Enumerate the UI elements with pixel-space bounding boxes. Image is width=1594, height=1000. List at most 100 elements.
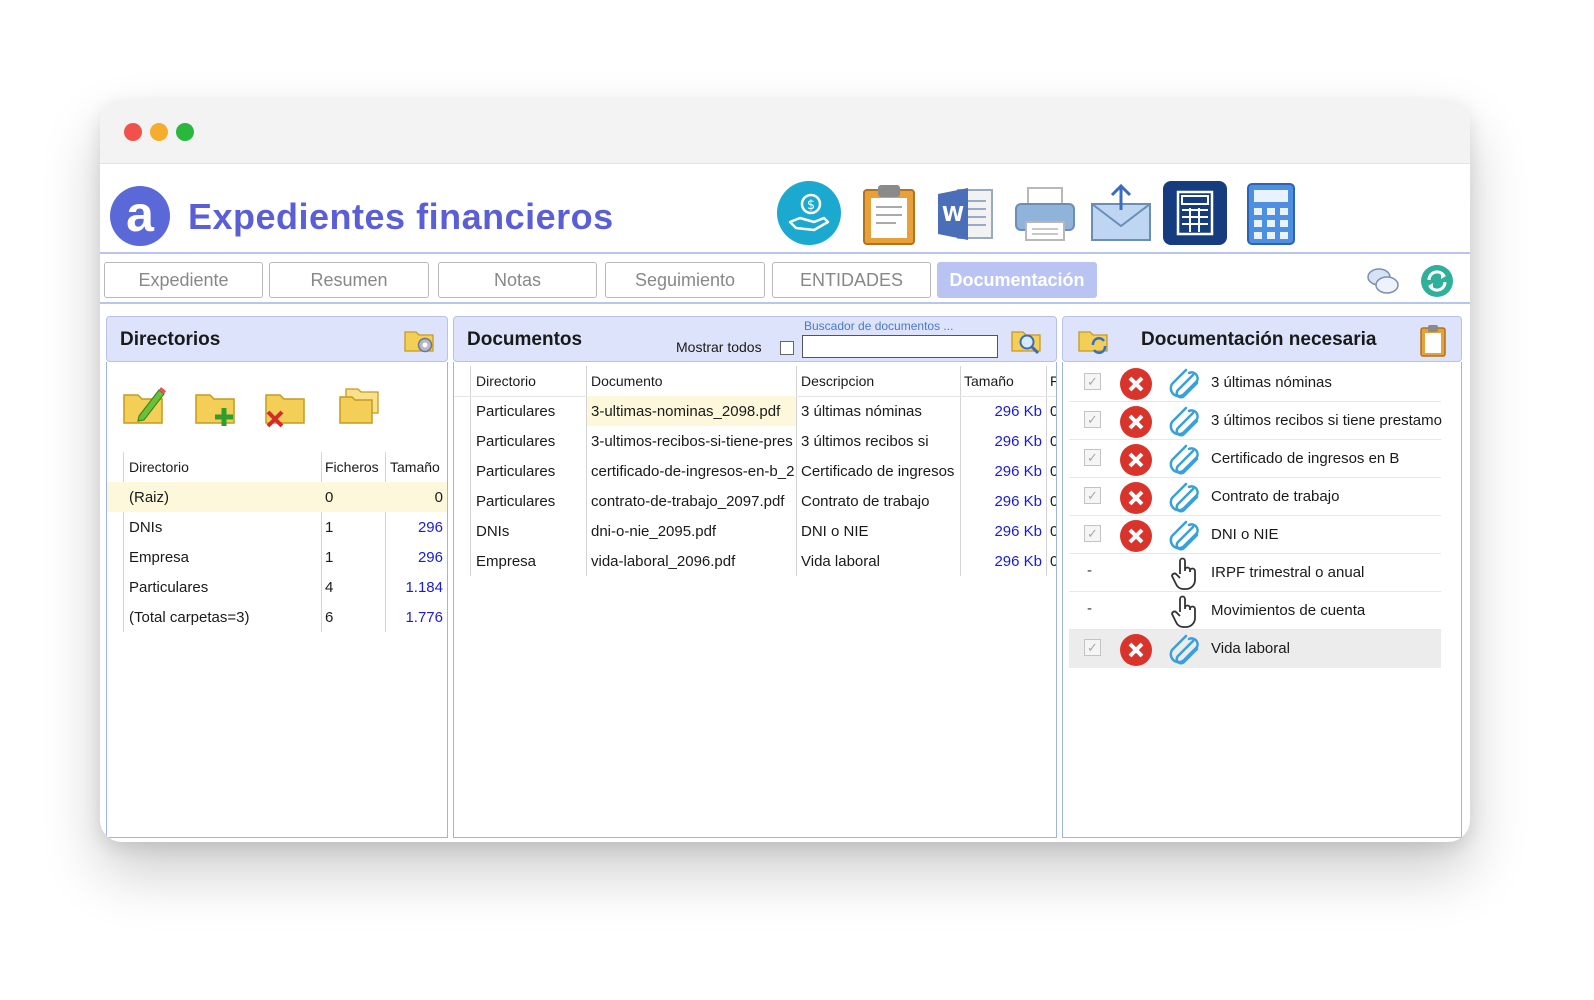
minimize-window-button[interactable] xyxy=(150,123,168,141)
tab-seguimiento[interactable]: Seguimiento xyxy=(605,262,765,298)
documentos-body: Directorio Documento Descripcion Tamaño … xyxy=(453,362,1057,838)
email-icon[interactable] xyxy=(1088,180,1154,246)
delete-folder-icon[interactable] xyxy=(263,382,309,428)
column-descripcion[interactable]: Descripcion xyxy=(801,373,874,389)
app-logo: a xyxy=(110,186,170,246)
required-doc-checkbox[interactable]: ✓ xyxy=(1084,525,1101,542)
column-directorio[interactable]: Directorio xyxy=(476,373,536,389)
tab-expediente[interactable]: Expediente xyxy=(104,262,263,298)
column-documento[interactable]: Documento xyxy=(591,373,663,389)
money-hand-icon[interactable]: $ xyxy=(776,180,842,246)
calculator-icon[interactable] xyxy=(1238,180,1304,246)
required-doc-checkbox[interactable]: ✓ xyxy=(1084,373,1101,390)
remove-icon[interactable] xyxy=(1119,633,1153,667)
remove-icon[interactable] xyxy=(1119,519,1153,553)
new-folder-icon[interactable] xyxy=(193,382,239,428)
close-window-button[interactable] xyxy=(124,123,142,141)
chat-bubbles-icon[interactable] xyxy=(1366,264,1400,298)
required-doc-checkbox[interactable]: ✓ xyxy=(1084,487,1101,504)
maximize-window-button[interactable] xyxy=(176,123,194,141)
required-doc-row[interactable]: - Movimientos de cuenta xyxy=(1069,592,1441,630)
required-doc-checkbox[interactable]: ✓ xyxy=(1084,639,1101,656)
remove-icon[interactable] xyxy=(1119,481,1153,515)
required-doc-label: 3 últimos recibos si tiene prestamo xyxy=(1211,412,1442,429)
table-row[interactable]: Empresa 1 296 xyxy=(107,542,447,572)
table-row[interactable]: (Raiz) 0 0 xyxy=(107,482,447,512)
required-doc-row[interactable]: ✓ Vida laboral xyxy=(1069,630,1441,668)
row-documento: 3-ultimos-recibos-si-tiene-pres xyxy=(591,433,793,450)
required-doc-row[interactable]: ✓ 3 últimas nóminas xyxy=(1069,364,1441,402)
row-f: 0 xyxy=(1050,493,1056,510)
row-directorio: Particulares xyxy=(476,433,556,450)
table-row[interactable]: Particulares 4 1.184 xyxy=(107,572,447,602)
directorios-header: Directorios xyxy=(106,316,448,362)
paperclip-icon[interactable] xyxy=(1167,633,1201,667)
paperclip-icon[interactable] xyxy=(1167,443,1201,477)
table-row[interactable]: (Total carpetas=3) 6 1.776 xyxy=(107,602,447,632)
required-doc-label: IRPF trimestral o anual xyxy=(1211,564,1365,581)
search-input[interactable] xyxy=(802,335,998,358)
row-documento: vida-laboral_2096.pdf xyxy=(591,553,736,570)
table-row[interactable]: Particulares contrato-de-trabajo_2097.pd… xyxy=(454,486,1056,516)
row-ficheros: 4 xyxy=(325,579,334,596)
table-row[interactable]: DNIs 1 296 xyxy=(107,512,447,542)
row-tamano: 296 Kb xyxy=(994,493,1042,510)
show-all-checkbox[interactable] xyxy=(780,341,794,355)
column-directorio[interactable]: Directorio xyxy=(129,459,189,475)
tab-documentacion[interactable]: Documentación xyxy=(937,262,1097,298)
search-folder-icon[interactable] xyxy=(1010,323,1044,357)
folder-settings-icon[interactable] xyxy=(403,323,437,357)
row-ficheros: 1 xyxy=(325,549,334,566)
required-doc-label: Contrato de trabajo xyxy=(1211,488,1340,505)
required-doc-label: 3 últimas nóminas xyxy=(1211,374,1332,391)
table-row[interactable]: Particulares 3-ultimas-nominas_2098.pdf … xyxy=(454,396,1056,426)
column-tamano[interactable]: Tamaño xyxy=(964,373,1014,389)
required-doc-checkbox[interactable]: ✓ xyxy=(1084,411,1101,428)
column-f[interactable]: F xyxy=(1050,373,1056,389)
row-descripcion: DNI o NIE xyxy=(801,523,869,540)
refresh-icon[interactable] xyxy=(1420,264,1454,298)
copy-folder-icon[interactable] xyxy=(337,382,383,428)
required-doc-row[interactable]: ✓ Contrato de trabajo xyxy=(1069,478,1441,516)
required-doc-label: Movimientos de cuenta xyxy=(1211,602,1366,619)
paperclip-icon[interactable] xyxy=(1167,481,1201,515)
tab-notas[interactable]: Notas xyxy=(438,262,597,298)
remove-icon[interactable] xyxy=(1119,443,1153,477)
edit-folder-icon[interactable] xyxy=(121,382,167,428)
required-doc-row[interactable]: ✓ Certificado de ingresos en B xyxy=(1069,440,1441,478)
required-doc-checkbox[interactable]: ✓ xyxy=(1084,449,1101,466)
row-directorio: DNIs xyxy=(476,523,510,540)
paperclip-icon[interactable] xyxy=(1167,367,1201,401)
row-descripcion: Certificado de ingresos xyxy=(801,463,955,480)
paperclip-icon[interactable] xyxy=(1167,405,1201,439)
remove-icon[interactable] xyxy=(1119,367,1153,401)
required-doc-row[interactable]: - IRPF trimestral o anual xyxy=(1069,554,1441,592)
table-row[interactable]: Particulares 3-ultimos-recibos-si-tiene-… xyxy=(454,426,1056,456)
tab-entidades[interactable]: ENTIDADES xyxy=(772,262,931,298)
required-doc-row[interactable]: ✓ DNI o NIE xyxy=(1069,516,1441,554)
row-f: 0 xyxy=(1050,523,1056,540)
remove-icon[interactable] xyxy=(1119,405,1153,439)
table-row[interactable]: DNIs dni-o-nie_2095.pdf DNI o NIE 296 Kb… xyxy=(454,516,1056,546)
table-row[interactable]: Empresa vida-laboral_2096.pdf Vida labor… xyxy=(454,546,1056,576)
pending-dash: - xyxy=(1087,600,1092,617)
word-document-icon[interactable]: W xyxy=(934,180,1000,246)
table-row[interactable]: Particulares certificado-de-ingresos-en-… xyxy=(454,456,1056,486)
printer-icon[interactable] xyxy=(1012,180,1078,246)
calculator-dark-icon[interactable] xyxy=(1162,180,1228,246)
documentacion-necesaria-body: ✓ 3 últimas nóminas ✓ 3 últimos recibos … xyxy=(1062,362,1462,838)
row-directorio: (Total carpetas=3) xyxy=(129,609,250,626)
column-ficheros[interactable]: Ficheros xyxy=(325,459,379,475)
column-tamano[interactable]: Tamaño xyxy=(390,459,440,475)
hand-pointer-icon[interactable] xyxy=(1169,556,1199,590)
hand-pointer-icon[interactable] xyxy=(1169,594,1199,628)
required-doc-row[interactable]: ✓ 3 últimos recibos si tiene prestamo xyxy=(1069,402,1442,440)
pending-dash: - xyxy=(1087,562,1092,579)
folder-refresh-icon[interactable] xyxy=(1077,323,1111,357)
clipboard-icon[interactable] xyxy=(856,180,922,246)
tab-resumen[interactable]: Resumen xyxy=(269,262,429,298)
clipboard-small-icon[interactable] xyxy=(1417,323,1449,357)
tab-bar: Expediente Resumen Notas Seguimiento ENT… xyxy=(100,256,1470,304)
app-header: a Expedientes financieros $ W xyxy=(100,164,1470,254)
paperclip-icon[interactable] xyxy=(1167,519,1201,553)
